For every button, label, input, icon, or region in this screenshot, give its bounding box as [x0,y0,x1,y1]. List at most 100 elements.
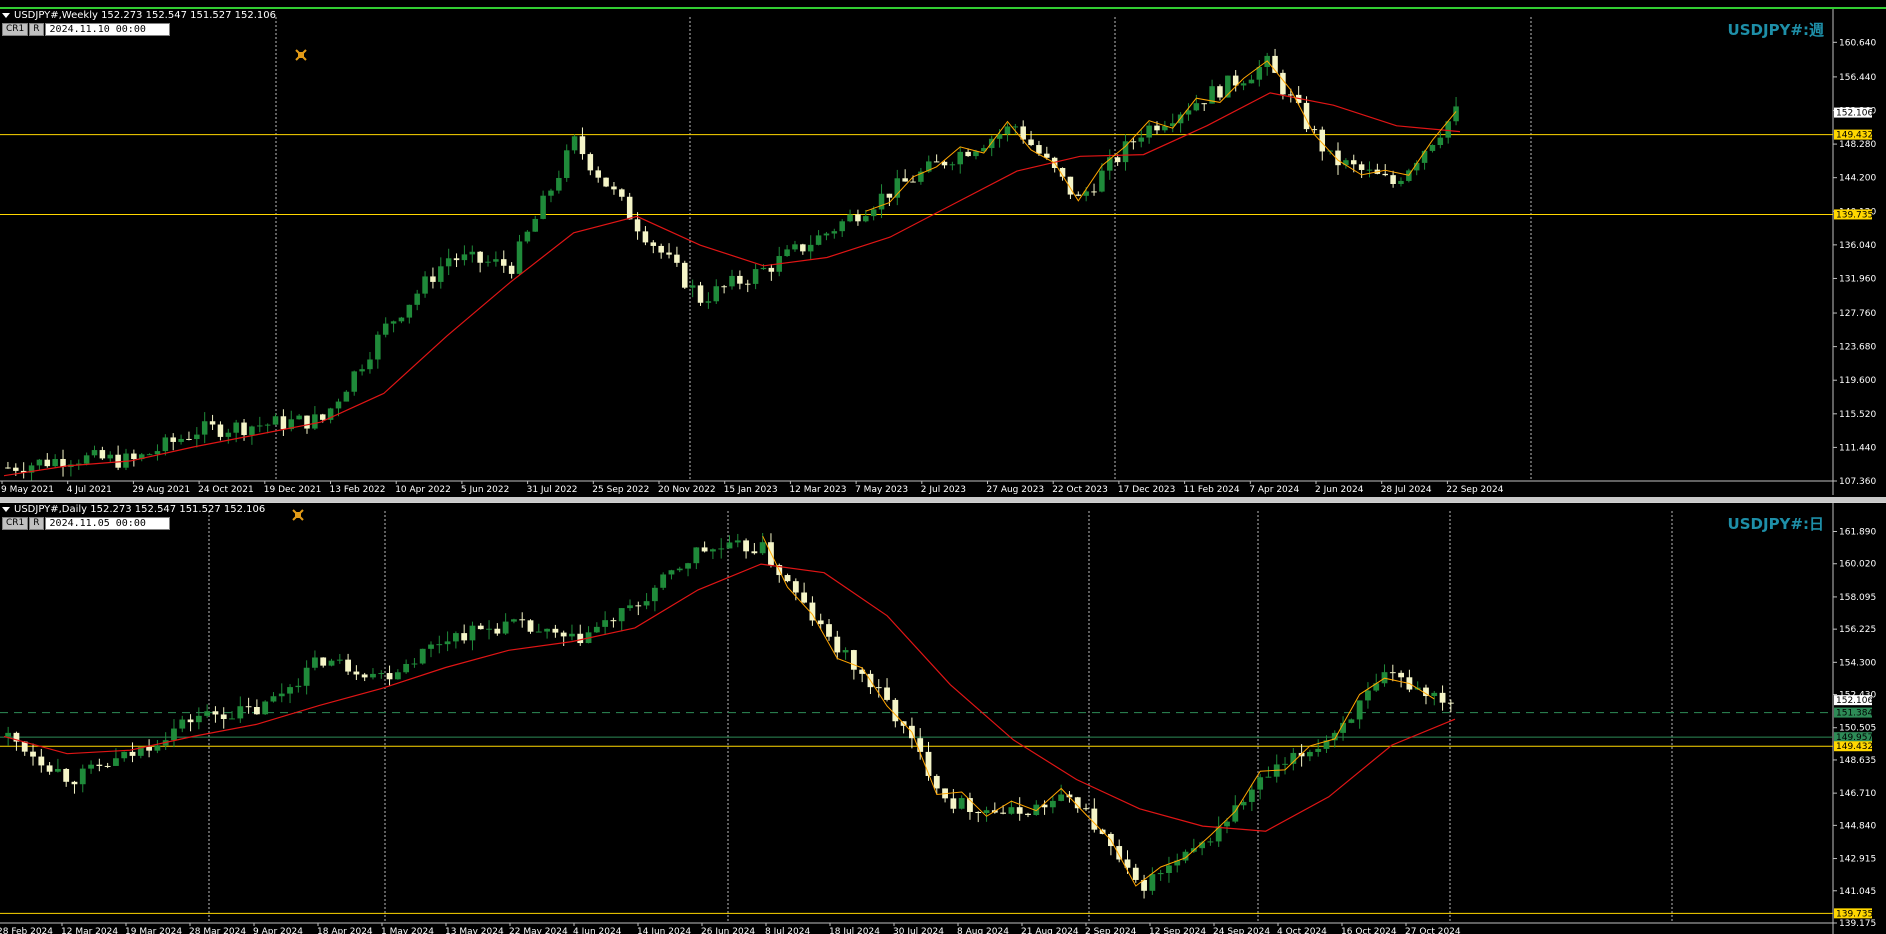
candle-body[interactable] [1201,103,1207,105]
candle-body[interactable] [676,568,683,571]
candle-body[interactable] [1025,813,1031,816]
daily-chart-panel[interactable]: 161.890160.020158.095156.225154.300152.4… [0,502,1886,934]
candle-body[interactable] [611,186,617,190]
candle-body[interactable] [296,415,302,420]
candle-body[interactable] [815,235,822,245]
candle-body[interactable] [241,422,247,436]
candle-body[interactable] [319,414,326,420]
candle-body[interactable] [527,620,534,632]
candle-body[interactable] [187,719,194,723]
candle-body[interactable] [229,718,235,720]
candle-body[interactable] [697,285,704,303]
candle-body[interactable] [1348,719,1355,723]
candle-body[interactable] [1091,808,1098,830]
candle-body[interactable] [1437,137,1444,146]
cr1-button[interactable]: CR1 [2,23,29,36]
candle-body[interactable] [370,673,376,678]
candle-body[interactable] [1154,125,1160,131]
candle-body[interactable] [593,626,600,633]
candle-body[interactable] [264,424,271,426]
candle-body[interactable] [52,458,58,467]
candle-body[interactable] [194,434,200,440]
candle-body[interactable] [1166,865,1172,874]
candle-body[interactable] [1116,846,1123,860]
candle-body[interactable] [444,641,451,645]
candle-body[interactable] [1240,801,1247,806]
candle-body[interactable] [734,540,741,543]
candle-body[interactable] [403,663,410,673]
candle-body[interactable] [892,699,899,722]
candle-body[interactable] [179,719,186,729]
candle-body[interactable] [571,136,578,151]
candle-body[interactable] [651,587,658,602]
moving-average-line[interactable] [3,563,1456,832]
candle-body[interactable] [1356,700,1363,720]
candle-body[interactable] [560,632,567,637]
candle-body[interactable] [587,154,594,171]
candle-body[interactable] [452,633,459,642]
weekly-chart-canvas[interactable]: 160.640156.440152.360148.280144.200140.1… [0,9,1886,497]
candle-body[interactable] [817,620,824,625]
candle-body[interactable] [801,592,808,603]
candle-body[interactable] [1439,692,1446,703]
candle-body[interactable] [618,608,625,622]
candle-body[interactable] [195,715,202,723]
candle-body[interactable] [535,631,542,633]
r-button[interactable]: R [29,23,44,36]
candle-body[interactable] [1004,126,1011,135]
candle-body[interactable] [910,181,916,183]
candle-body[interactable] [751,551,758,554]
cr1-button[interactable]: CR1 [2,517,29,530]
candle-body[interactable] [666,252,672,255]
candle-body[interactable] [146,454,153,456]
candle-body[interactable] [792,244,798,250]
candle-body[interactable] [262,701,269,715]
candle-body[interactable] [493,259,499,262]
collapse-triangle-icon[interactable] [2,506,10,512]
candle-body[interactable] [693,547,700,564]
candle-body[interactable] [634,219,641,232]
candle-body[interactable] [382,323,389,335]
candle-body[interactable] [660,574,667,588]
candle-body[interactable] [737,275,743,284]
candle-body[interactable] [682,262,688,288]
candle-body[interactable] [1217,86,1223,98]
candle-body[interactable] [1099,170,1105,192]
candle-body[interactable] [743,540,749,552]
candle-body[interactable] [345,659,351,672]
candle-body[interactable] [933,161,940,163]
candle-body[interactable] [949,164,956,166]
candle-body[interactable] [973,151,979,157]
candle-body[interactable] [540,195,546,219]
candle-body[interactable] [511,619,517,622]
candle-body[interactable] [353,671,360,675]
candle-body[interactable] [469,251,476,255]
candle-body[interactable] [975,811,982,814]
candle-body[interactable] [414,293,420,305]
candle-body[interactable] [839,221,845,232]
candle-body[interactable] [729,275,735,287]
candle-body[interactable] [552,628,559,633]
candle-body[interactable] [430,276,436,282]
candle-body[interactable] [38,756,45,766]
candle-body[interactable] [485,261,491,263]
candle-body[interactable] [390,321,397,324]
candle-body[interactable] [225,432,232,437]
candle-body[interactable] [1016,807,1023,814]
candle-body[interactable] [131,453,137,460]
candle-body[interactable] [99,450,106,459]
candle-body[interactable] [842,650,849,653]
candle-body[interactable] [1398,672,1405,678]
candle-body[interactable] [950,798,957,809]
candle-body[interactable] [1193,103,1200,111]
candle-body[interactable] [595,170,601,178]
candle-body[interactable] [917,738,924,752]
candle-body[interactable] [626,196,633,220]
candle-body[interactable] [1075,194,1082,196]
candle-body[interactable] [386,673,393,680]
candle-body[interactable] [44,459,51,467]
candle-body[interactable] [826,624,832,637]
candle-body[interactable] [1389,672,1396,674]
candle-body[interactable] [5,467,11,469]
candle-body[interactable] [610,620,617,622]
